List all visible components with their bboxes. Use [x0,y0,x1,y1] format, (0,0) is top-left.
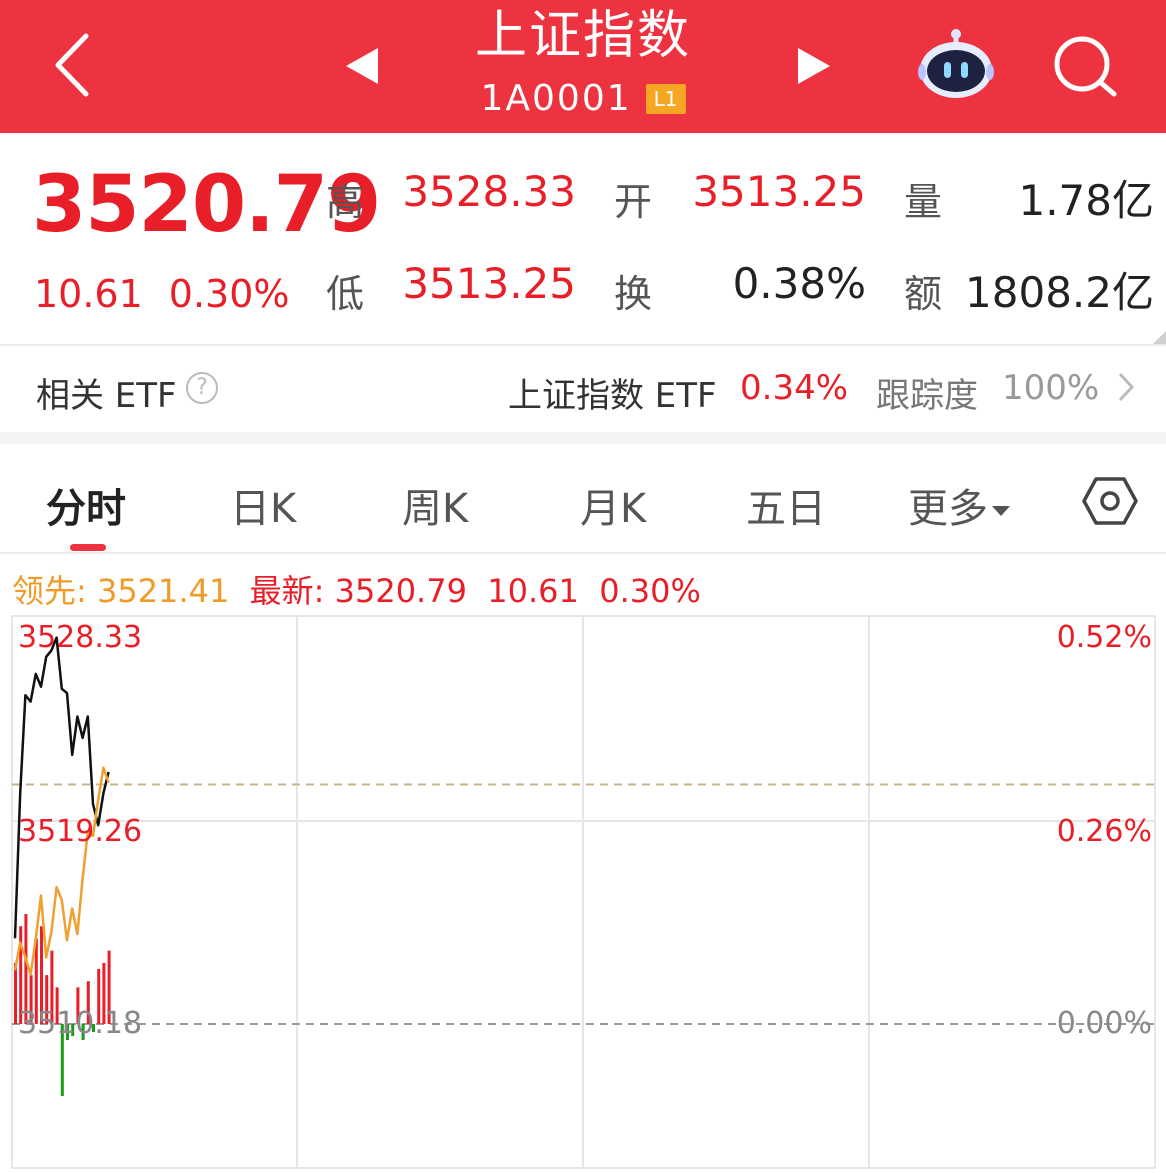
price-change-row: 10.61 0.30% [34,272,290,316]
page-title: 上证指数 [474,6,691,66]
tab-weekly-k[interactable]: 周K [402,476,468,534]
latest-value: 3520.79 [334,572,467,610]
y-left-label-top: 3528.33 [18,620,143,655]
tracking-value: 100% [1002,368,1100,408]
turnover-label: 换 [614,272,653,316]
related-etf-row[interactable]: 相关 ETF ? 上证指数 ETF 0.34% 跟踪度 100% [0,346,1166,432]
robot-assistant-icon[interactable] [916,28,996,100]
low-value: 3513.25 [402,259,576,308]
latest-label: 最新: [249,572,325,610]
price-change-pct: 0.30% [168,272,290,316]
intraday-chart-svg [11,615,1156,1169]
etf-change-pct: 0.34% [740,368,849,408]
quote-panel: 3520.79 10.61 0.30% 高 3528.33 开 3513.25 … [0,133,1166,345]
tab-monthly-k[interactable]: 月K [580,476,646,534]
tab-more-label: 更多 [908,486,988,532]
turnover-value: 0.38% [732,259,866,308]
prev-triangle-icon[interactable] [342,44,382,88]
high-value: 3528.33 [402,167,576,216]
volume-value: 1.78亿 [1018,176,1154,225]
open-label: 开 [614,180,653,224]
chart-tabs: 分时 日K 周K 月K 五日 更多 [0,444,1166,554]
open-value: 3513.25 [692,167,866,216]
etf-name: 上证指数 ETF [508,376,717,416]
section-gap [0,432,1166,444]
leading-index-line [13,766,110,976]
stock-code-row: 1A0001 L1 [383,78,783,119]
back-arrow-icon[interactable] [48,30,96,100]
amount-label: 额 [904,272,943,316]
intraday-chart[interactable]: 3528.33 3519.26 3510.18 0.52% 0.26% 0.00… [0,612,1166,1173]
lead-label: 领先: [12,572,87,610]
next-triangle-icon[interactable] [794,44,834,88]
price-change: 10.61 [34,272,143,316]
tab-five-day[interactable]: 五日 [746,476,826,534]
latest-change: 10.61 [487,572,579,610]
expand-corner-icon[interactable] [1152,331,1166,345]
search-icon[interactable] [1050,34,1120,98]
volume-label: 量 [904,180,943,224]
tab-more[interactable]: 更多 [908,476,1010,534]
y-right-label-bottom: 0.00% [1056,1006,1152,1041]
chevron-right-icon[interactable] [1116,370,1136,404]
tab-intraday[interactable]: 分时 [46,476,126,534]
price-line [13,636,110,939]
y-right-label-mid: 0.26% [1056,814,1152,849]
stock-code: 1A0001 [480,78,632,119]
y-left-label-bottom: 3510.18 [18,1006,143,1041]
low-label: 低 [326,272,365,316]
lead-value: 3521.41 [96,572,230,610]
tracking-label: 跟踪度 [876,376,978,416]
amount-value: 1808.2亿 [965,268,1154,317]
y-right-label-top: 0.52% [1056,620,1152,655]
latest-change-pct: 0.30% [599,572,701,610]
top-nav-bar: 上证指数 1A0001 L1 [0,0,1166,133]
related-etf-label: 相关 ETF [36,376,177,416]
caret-down-icon [992,506,1010,516]
help-icon[interactable]: ? [186,372,218,404]
volume-bar [14,962,17,1024]
tab-daily-k[interactable]: 日K [230,476,296,534]
level-badge: L1 [645,83,686,114]
active-tab-indicator [70,544,106,551]
high-label: 高 [326,180,365,224]
settings-hexagon-icon[interactable] [1082,476,1138,526]
leader-info-row: 领先: 3521.41 最新: 3520.79 10.61 0.30% [12,566,701,612]
y-left-label-mid: 3519.26 [18,814,143,849]
